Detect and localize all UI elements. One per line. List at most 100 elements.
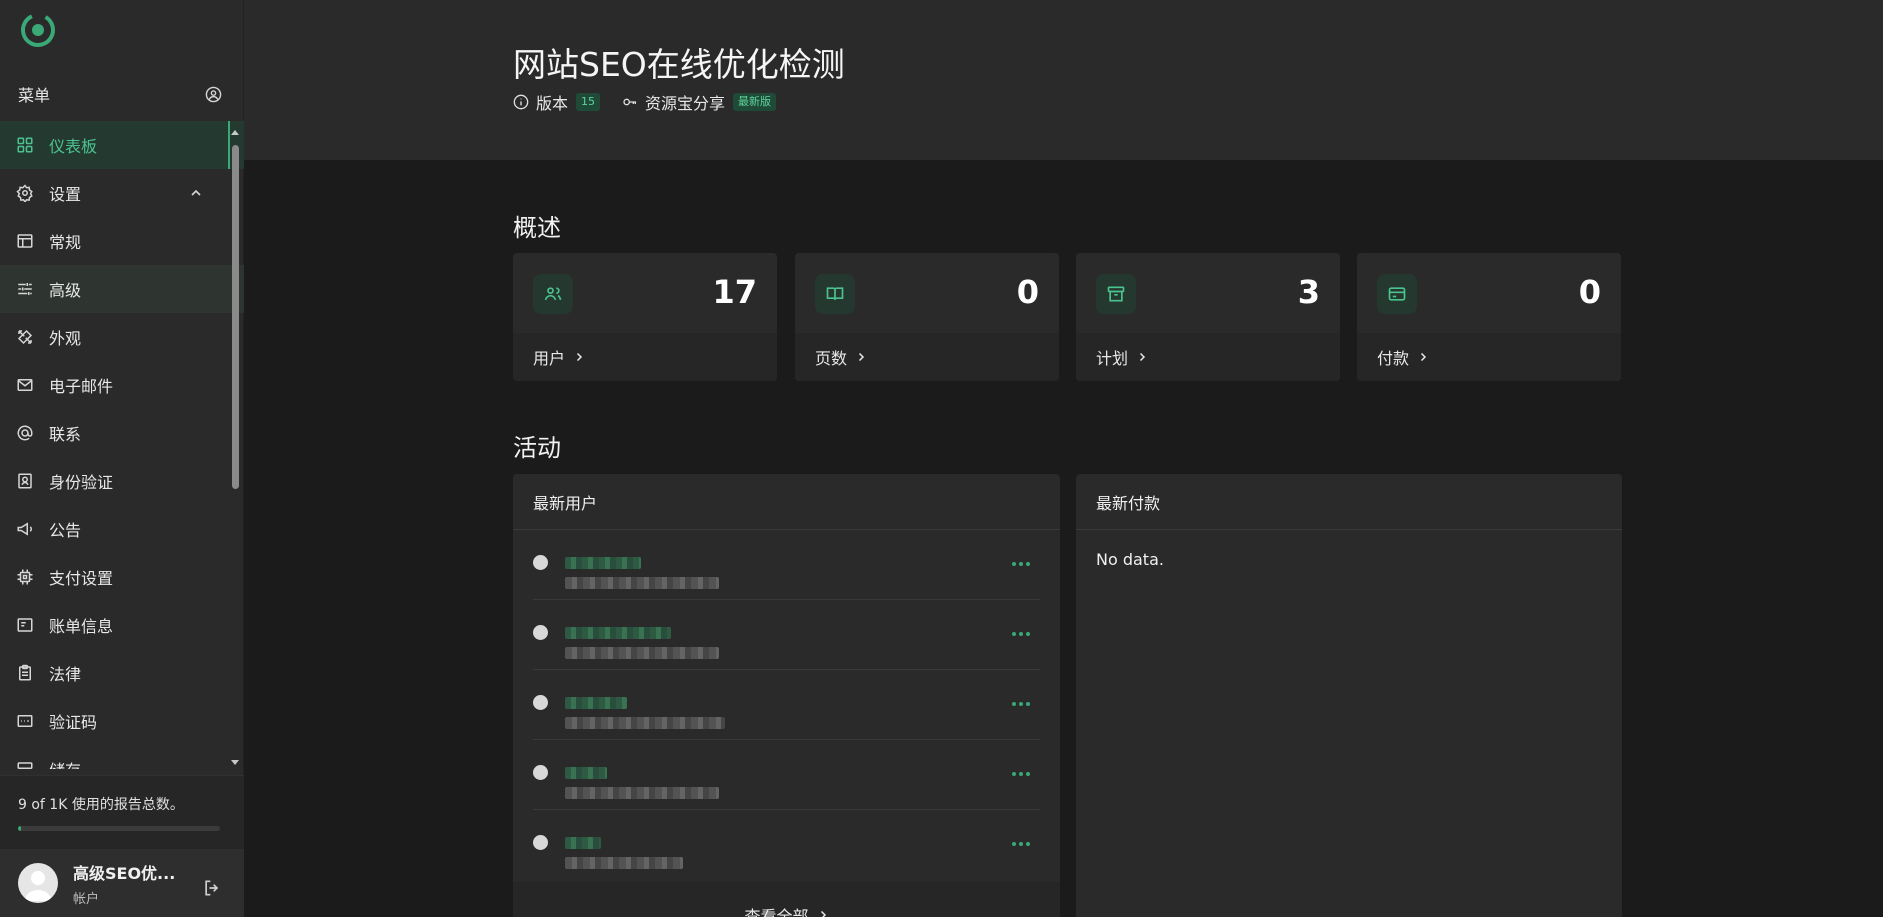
clipboard-icon: [19, 664, 31, 681]
more-options-icon[interactable]: [1010, 770, 1032, 778]
sidebar-item-general[interactable]: 常规: [0, 217, 244, 265]
sidebar-item-legal[interactable]: 法律: [0, 649, 244, 697]
sidebar: 菜单 仪表板 设置 常规 高级 外观 电子邮件 联系 身份验证 公告 支付设置 …: [0, 0, 244, 917]
logout-icon[interactable]: [202, 878, 222, 898]
list-item[interactable]: [533, 600, 1040, 670]
version-info: 版本 15: [513, 90, 601, 114]
app-logo-icon[interactable]: [18, 10, 58, 50]
chevron-right-icon: [820, 910, 826, 917]
gear-icon: [16, 184, 33, 202]
user-avatar-icon: [533, 835, 548, 850]
chevron-right-icon: [1420, 352, 1427, 362]
book-icon: [815, 274, 855, 314]
sidebar-item-label: 公告: [49, 521, 82, 540]
sidebar-item-label: 常规: [49, 233, 82, 252]
sidebar-item-authentication[interactable]: 身份验证: [0, 457, 244, 505]
more-options-icon[interactable]: [1010, 630, 1032, 638]
sidebar-item-label: 法律: [49, 665, 82, 684]
menu-header: 菜单: [0, 76, 244, 112]
captcha-icon: [17, 715, 33, 727]
sidebar-item-announcements[interactable]: 公告: [0, 505, 244, 553]
stat-card-pages: 0 页数: [795, 253, 1059, 381]
view-all-users-link[interactable]: 查看全部: [513, 882, 1060, 917]
sidebar-item-label: 外观: [49, 329, 82, 348]
page-title: 网站SEO在线优化检测: [513, 45, 845, 84]
redacted-user-email: [565, 647, 719, 659]
chevron-up-icon[interactable]: [188, 185, 204, 201]
sidebar-item-contact[interactable]: 联系: [0, 409, 244, 457]
stat-label: 页数: [815, 349, 848, 368]
stat-link-pages[interactable]: 页数: [795, 333, 1059, 381]
latest-payments-panel: 最新付款 No data.: [1076, 474, 1622, 917]
version-badge: 15: [576, 93, 601, 111]
list-item[interactable]: [533, 670, 1040, 740]
sidebar-item-settings[interactable]: 设置: [0, 169, 244, 217]
redacted-user-email: [565, 787, 719, 799]
scroll-down-arrow-icon[interactable]: [231, 760, 239, 765]
latest-payments-title: 最新付款: [1076, 474, 1622, 530]
at-icon: [17, 425, 33, 441]
user-avatar-icon: [533, 625, 548, 640]
stat-card-users: 17 用户: [513, 253, 777, 381]
stat-link-payments[interactable]: 付款: [1357, 333, 1621, 381]
page-header: [244, 0, 1883, 160]
sidebar-item-label: 身份验证: [49, 473, 114, 492]
license-badge: 最新版: [733, 93, 777, 111]
info-icon: [513, 94, 529, 110]
mail-icon: [17, 379, 33, 391]
sidebar-item-label: 仪表板: [49, 137, 98, 156]
more-options-icon[interactable]: [1010, 700, 1032, 708]
sidebar-item-label: 支付设置: [49, 569, 114, 588]
latest-users-list: [513, 530, 1060, 880]
storage-icon: [17, 762, 33, 769]
sidebar-item-billing[interactable]: 账单信息: [0, 601, 244, 649]
more-options-icon[interactable]: [1010, 560, 1032, 568]
sidebar-item-payment-settings[interactable]: 支付设置: [0, 553, 244, 601]
list-item[interactable]: [533, 740, 1040, 810]
user-avatar-icon: [533, 555, 548, 570]
page-meta: 版本 15 资源宝分享 最新版: [513, 90, 798, 114]
sidebar-item-dashboard[interactable]: 仪表板: [0, 121, 244, 169]
sidebar-item-label: 设置: [49, 185, 82, 204]
menu-label: 菜单: [18, 86, 51, 105]
chevron-right-icon: [1139, 352, 1146, 362]
list-item[interactable]: [533, 530, 1040, 600]
package-icon: [1096, 274, 1136, 314]
sidebar-item-email[interactable]: 电子邮件: [0, 361, 244, 409]
chevron-right-icon: [858, 352, 865, 362]
sidebar-item-label: 联系: [49, 425, 82, 444]
sliders-icon: [18, 283, 32, 295]
view-all-label: 查看全部: [744, 907, 809, 917]
invoice-icon: [17, 618, 33, 632]
stat-value-pages: 0: [1016, 273, 1039, 311]
list-item[interactable]: [533, 810, 1040, 880]
sidebar-item-captcha[interactable]: 验证码: [0, 697, 244, 745]
sidebar-item-appearance[interactable]: 外观: [0, 313, 244, 361]
usage-progress-fill: [18, 826, 21, 831]
stat-card-plans: 3 计划: [1076, 253, 1340, 381]
stat-card-payments: 0 付款: [1357, 253, 1621, 381]
scroll-up-arrow-icon[interactable]: [231, 130, 239, 135]
version-label: 版本: [536, 94, 569, 113]
redacted-user-email: [565, 577, 719, 589]
sidebar-item-label: 验证码: [49, 713, 98, 732]
usage-text: 9 of 1K 使用的报告总数。: [18, 797, 184, 813]
stat-link-users[interactable]: 用户: [513, 333, 777, 381]
sidebar-item-storage[interactable]: 储存: [0, 745, 244, 769]
license-label: 资源宝分享: [645, 94, 726, 113]
stat-value-users: 17: [712, 273, 757, 311]
more-options-icon[interactable]: [1010, 840, 1032, 848]
sidebar-item-advanced[interactable]: 高级: [0, 265, 244, 313]
dashboard-grid-icon: [17, 137, 33, 153]
user-circle-icon[interactable]: [205, 86, 222, 103]
redacted-user-name: [565, 837, 601, 849]
sidebar-item-label: 储存: [49, 757, 81, 769]
usage-summary: 9 of 1K 使用的报告总数。: [0, 775, 244, 849]
stat-link-plans[interactable]: 计划: [1076, 333, 1340, 381]
avatar[interactable]: [18, 863, 58, 903]
latest-users-panel: 最新用户 查看全部: [513, 474, 1060, 917]
scrollbar-thumb[interactable]: [232, 145, 239, 489]
brush-icon: [17, 329, 33, 345]
account-info: 高级SEO优... 帐户: [73, 860, 183, 907]
key-icon: [623, 98, 637, 106]
